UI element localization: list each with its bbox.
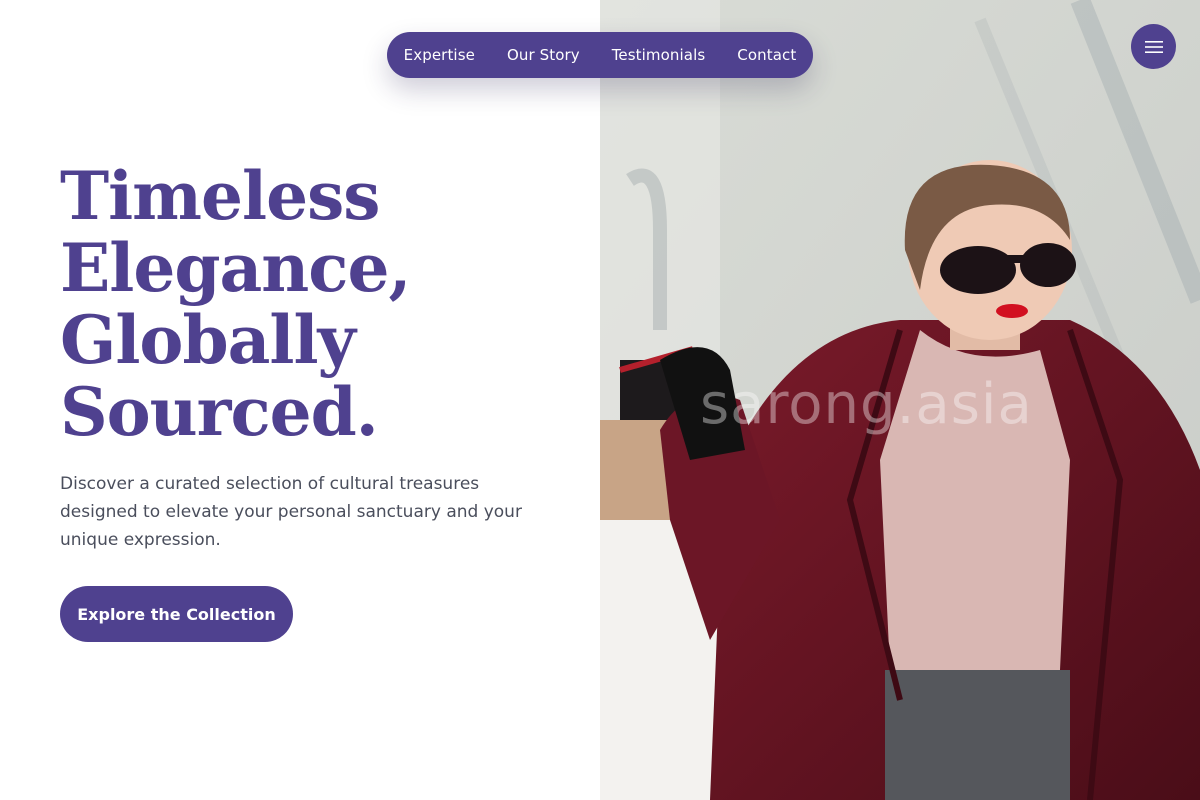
hero-description: Discover a curated selection of cultural… (60, 474, 522, 550)
nav-link-testimonials[interactable]: Testimonials (612, 46, 706, 64)
nav-link-expertise[interactable]: Expertise (404, 46, 475, 64)
menu-button[interactable] (1131, 24, 1176, 69)
headline-line: Timeless (60, 157, 380, 235)
hamburger-menu-icon (1144, 40, 1163, 53)
image-watermark: sarong.asia (700, 372, 1033, 437)
headline-line: Sourced. (60, 373, 379, 451)
headline-line: Elegance, (60, 229, 411, 307)
hero-headline: Timeless Elegance, Globally Sourced. (60, 157, 411, 451)
explore-collection-button[interactable]: Explore the Collection (60, 586, 293, 642)
nav-link-our-story[interactable]: Our Story (507, 46, 580, 64)
nav-link-contact[interactable]: Contact (737, 46, 796, 64)
headline-line: Globally (60, 301, 356, 379)
main-navigation: Expertise Our Story Testimonials Contact (387, 32, 813, 78)
